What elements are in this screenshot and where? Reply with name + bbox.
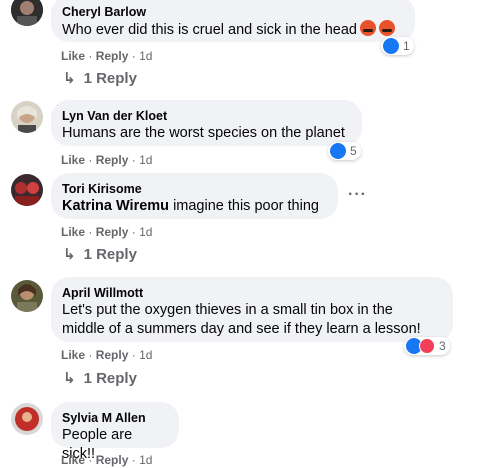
timestamp[interactable]: 1d [139,153,152,167]
separator: · [88,153,93,167]
like-link[interactable]: Like [61,225,85,239]
comment-text: Humans are the worst species on the plan… [62,125,345,141]
like-link[interactable]: Like [61,153,85,167]
comment-author[interactable]: April Willmott [62,285,441,301]
avatar-photo-icon [11,0,43,26]
love-reaction-icon [419,338,435,354]
comment-actions: Like · Reply · 1d [61,48,152,64]
reaction-summary[interactable]: 3 [404,337,450,355]
reply-link[interactable]: Reply [96,153,129,167]
reaction-count: 1 [403,39,410,53]
reply-count: 1 Reply [83,370,137,387]
reply-link[interactable]: Reply [96,225,129,239]
comment-text-line1: Let's put the oxygen thieves in a small … [62,302,393,318]
reaction-count: 3 [439,339,446,353]
reply-arrow-icon: ↳ [63,246,76,263]
angry-face-icon [359,20,376,36]
avatar-photo-icon [11,101,43,133]
avatar[interactable] [11,403,43,435]
comment-actions: Like · Reply · 1d [61,347,152,363]
separator: · [88,348,93,362]
reaction-count: 5 [350,144,357,158]
timestamp[interactable]: 1d [139,49,152,63]
comment-text-body: Who ever did this is cruel and sick in t… [62,22,357,38]
angry-face-icon [378,20,395,36]
avatar[interactable] [11,280,43,312]
avatar-photo-icon [11,403,43,435]
reply-link[interactable]: Reply [96,49,129,63]
avatar-photo-icon [11,174,43,206]
reaction-summary[interactable]: 1 [381,37,414,55]
timestamp[interactable]: 1d [139,348,152,362]
avatar-photo-icon [11,280,43,312]
comment-text: Katrina Wiremu imagine this poor thing [62,197,326,216]
comment-text-body: imagine this poor thing [173,198,319,214]
reply-arrow-icon: ↳ [63,370,76,387]
separator: · [88,49,93,63]
reply-link[interactable]: Reply [96,348,129,362]
like-reaction-icon [330,143,346,159]
separator: · [131,453,136,467]
comment-actions: Like · Reply · 1d [61,152,152,168]
timestamp[interactable]: 1d [139,225,152,239]
reply-count: 1 Reply [83,70,137,87]
reaction-summary[interactable]: 5 [328,142,361,160]
timestamp[interactable]: 1d [139,453,152,467]
view-replies-link[interactable]: ↳ 1 Reply [63,69,137,89]
separator: · [131,153,136,167]
view-replies-link[interactable]: ↳ 1 Reply [63,369,137,389]
comment-text: Who ever did this is cruel and sick in t… [62,20,403,40]
separator: · [131,348,136,362]
reply-count: 1 Reply [83,246,137,263]
separator: · [131,225,136,239]
comment-actions: Like · Reply · 1d [61,224,152,240]
separator: · [88,453,93,467]
like-link[interactable]: Like [61,453,85,467]
comment-bubble: April Willmott Let's put the oxygen thie… [51,277,453,342]
view-replies-link[interactable]: ↳ 1 Reply [63,245,137,265]
comment-bubble: Lyn Van der Kloet Humans are the worst s… [51,100,362,146]
mention-link[interactable]: Katrina Wiremu [62,198,169,214]
comment-actions: Like · Reply · 1d [61,452,152,468]
comment-author[interactable]: Sylvia M Allen [62,410,167,426]
like-reaction-icon [383,38,399,54]
like-link[interactable]: Like [61,49,85,63]
more-options-icon[interactable]: ··· [348,186,367,204]
comment-bubble: Sylvia M Allen People are sick!! [51,402,179,462]
separator: · [131,49,136,63]
avatar[interactable] [11,101,43,133]
avatar[interactable] [11,174,43,206]
reply-arrow-icon: ↳ [63,70,76,87]
comment-author[interactable]: Lyn Van der Kloet [62,108,350,124]
separator: · [88,225,93,239]
comment-bubble: Cheryl Barlow Who ever did this is cruel… [51,0,415,42]
comment-text-line2: middle of a summers day and see if they … [62,321,421,337]
comment-author[interactable]: Tori Kirisome [62,181,326,197]
avatar[interactable] [11,0,43,26]
like-link[interactable]: Like [61,348,85,362]
reply-link[interactable]: Reply [96,453,129,467]
comment-bubble: Tori Kirisome Katrina Wiremu imagine thi… [51,173,338,219]
comment-author[interactable]: Cheryl Barlow [62,4,403,20]
